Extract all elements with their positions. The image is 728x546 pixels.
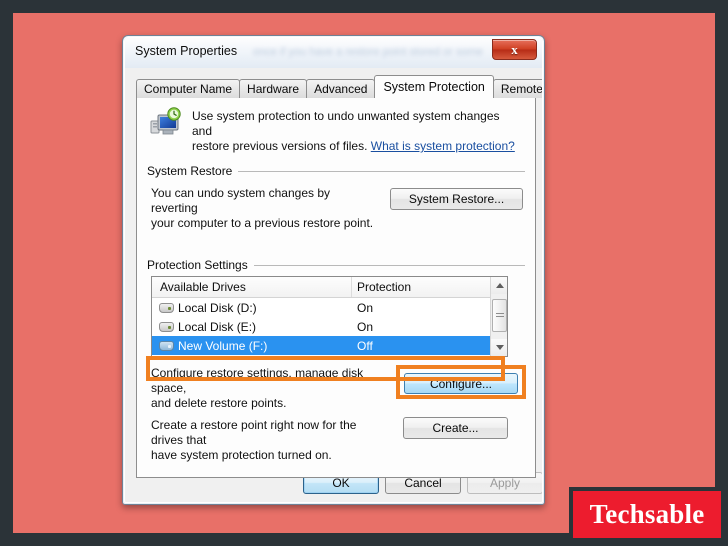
drive-cell: Local Disk (D:) [152,301,351,315]
tab-system-protection[interactable]: System Protection [374,75,494,98]
group-label: Protection Settings [147,258,248,272]
group-header-protection-settings: Protection Settings [147,258,525,272]
sr-desc-line-1: You can undo system changes by reverting [151,186,331,215]
button-label: OK [332,476,350,490]
tab-remote[interactable]: Remote [492,79,543,98]
tab-label: Advanced [314,82,368,96]
tab-computer-name[interactable]: Computer Name [136,79,241,98]
protection-status: Off [357,338,373,353]
button-label: Apply [489,476,521,490]
list-header-row: Available Drives Protection [152,277,507,298]
drive-name: Local Disk (E:) [178,319,257,334]
intro-line-1: Use system protection to undo unwanted s… [192,109,500,138]
tab-strip: Computer Name Hardware Advanced System P… [136,75,542,98]
sr-desc-line-2: your computer to a previous restore poin… [151,216,374,230]
what-is-system-protection-link[interactable]: What is system protection? [371,139,515,153]
tab-label: Hardware [247,82,300,96]
button-label: Configure... [429,376,493,391]
drive-name: Local Disk (D:) [178,300,257,315]
column-header-available-drives[interactable]: Available Drives [152,280,351,294]
cfg-desc-line-2: and delete restore points. [151,396,287,410]
create-desc-line-2: have system protection turned on. [151,448,332,462]
scroll-up-icon[interactable] [491,277,507,294]
tab-advanced[interactable]: Advanced [306,79,376,98]
close-icon[interactable]: x [492,39,537,60]
title-bar-ghost-text: once if you have a restore point stored … [253,46,483,58]
tab-label: Remote [500,82,543,96]
intro-text: Use system protection to undo unwanted s… [192,107,522,154]
tab-label: System Protection [383,80,485,94]
window-title: System Properties [135,44,238,58]
hard-drive-icon [159,340,174,351]
triangle-down-icon [495,345,504,350]
scroll-down-icon[interactable] [491,339,507,356]
triangle-up-icon [495,283,504,288]
group-rule [253,264,525,266]
create-desc-line-1: Create a restore point right now for the… [151,418,357,447]
drive-cell: Local Disk (E:) [152,320,351,334]
intro-block: Use system protection to undo unwanted s… [150,107,522,154]
protection-status: On [357,319,374,334]
grip-icon [496,313,504,319]
drive-cell: New Volume (F:) [152,339,351,353]
scrollbar-thumb[interactable] [492,299,507,332]
create-description: Create a restore point right now for the… [151,418,391,463]
system-restore-button[interactable]: System Restore... [390,188,523,210]
techsable-watermark: Techsable [573,491,721,538]
create-button[interactable]: Create... [403,417,508,439]
drive-name: New Volume (F:) [178,338,268,353]
hard-drive-icon [159,321,174,332]
column-header-protection[interactable]: Protection [351,277,507,297]
system-protection-icon [150,107,183,138]
list-item[interactable]: Local Disk (D:) On [152,298,507,317]
title-bar[interactable]: System Properties once if you have a res… [125,38,542,68]
configure-description: Configure restore settings, manage disk … [151,366,383,411]
button-label: System Restore... [408,192,505,206]
group-header-system-restore: System Restore [147,164,525,178]
list-item[interactable]: Local Disk (E:) On [152,317,507,336]
tab-hardware[interactable]: Hardware [239,79,308,98]
cfg-desc-line-1: Configure restore settings, manage disk … [151,366,364,395]
watermark-text: Techsable [589,499,705,529]
intro-line-2: restore previous versions of files. [192,139,371,153]
button-label: Cancel [404,476,442,490]
system-properties-dialog: System Properties once if you have a res… [122,35,545,505]
dialog-inner: System Properties once if you have a res… [124,37,543,503]
tab-label: Computer Name [144,82,233,96]
available-drives-list[interactable]: Available Drives Protection Local Disk (… [151,276,508,357]
hard-drive-icon [159,302,174,313]
button-label: Create... [432,421,479,435]
configure-button[interactable]: Configure... [404,373,518,394]
list-item-selected[interactable]: New Volume (F:) Off [152,336,507,355]
protection-status: On [357,300,374,315]
group-label: System Restore [147,164,233,178]
tab-page-system-protection: Use system protection to undo unwanted s… [136,97,536,478]
group-rule [238,170,525,172]
close-icon-glyph: x [511,42,518,57]
system-restore-description: You can undo system changes by reverting… [151,186,376,231]
list-scrollbar[interactable] [490,277,507,356]
